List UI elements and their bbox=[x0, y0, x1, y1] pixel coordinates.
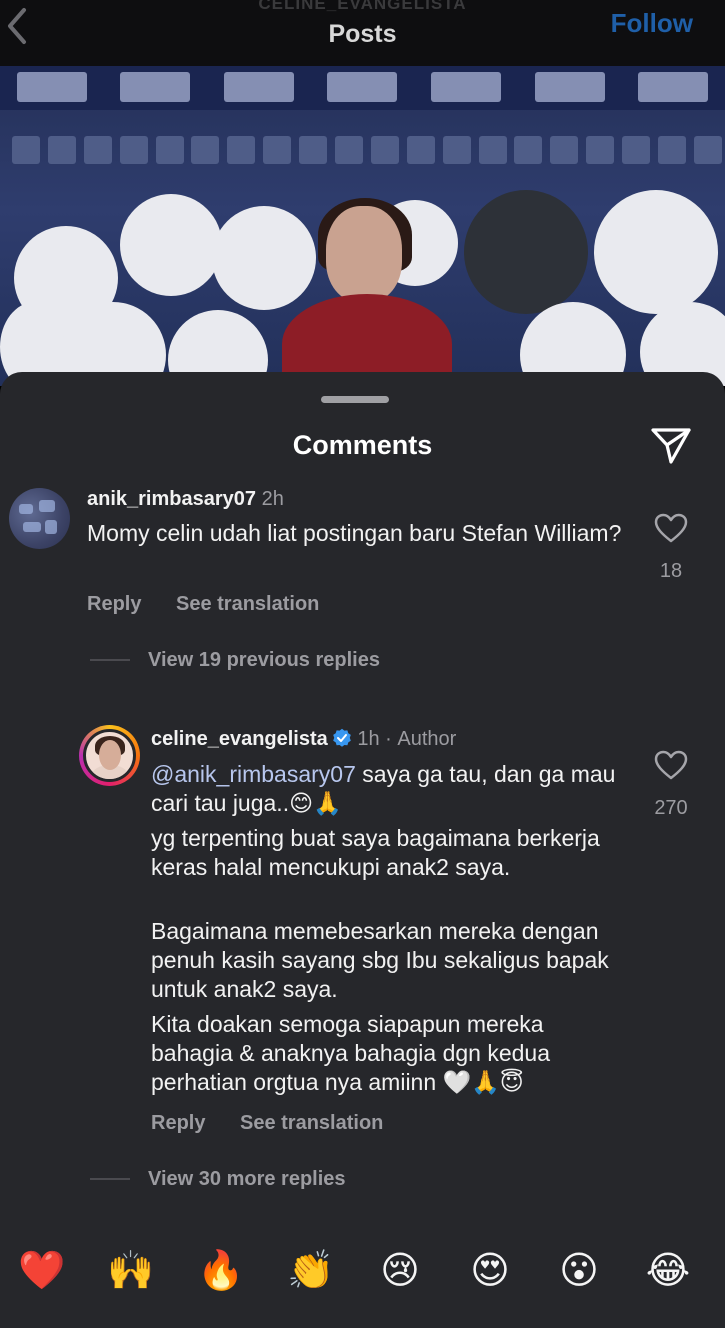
reply-header: celine_evangelista 1h · Author bbox=[151, 728, 456, 751]
reply-paragraph: yg terpenting buat saya bagaimana berker… bbox=[151, 825, 600, 880]
comment-username[interactable]: anik_rimbasary07 bbox=[87, 488, 256, 510]
emoji-clapping-hands[interactable]: 👏 bbox=[287, 1246, 335, 1294]
post-photo bbox=[0, 66, 725, 386]
emoji-fire[interactable]: 🔥 bbox=[197, 1246, 245, 1294]
thread-line bbox=[90, 1178, 130, 1180]
like-count: 270 bbox=[654, 797, 688, 819]
thread-line bbox=[90, 659, 130, 661]
view-more-replies-button[interactable]: View 30 more replies bbox=[148, 1168, 346, 1191]
follow-button[interactable]: Follow bbox=[611, 8, 693, 39]
sponsor-logo bbox=[120, 194, 222, 296]
reply-paragraph: Kita doakan semoga siapapun mereka bahag… bbox=[151, 1011, 551, 1095]
backdrop-text-row bbox=[12, 136, 722, 164]
like-count: 18 bbox=[659, 560, 683, 582]
reply-paragraph: @anik_rimbasary07 saya ga tau, dan ga ma… bbox=[151, 760, 616, 818]
author-separator: · bbox=[385, 728, 392, 750]
see-translation-button[interactable]: See translation bbox=[240, 1112, 383, 1135]
story-ring[interactable] bbox=[79, 725, 140, 786]
emoji-tears-of-joy[interactable]: 😂 bbox=[644, 1246, 692, 1294]
sponsor-logo bbox=[212, 206, 316, 310]
emoji-surprised-face[interactable]: 😮 bbox=[555, 1246, 603, 1294]
backdrop-banner bbox=[0, 66, 725, 110]
avatar bbox=[83, 729, 136, 782]
sponsor-logo bbox=[464, 190, 588, 314]
reply-time: 1h bbox=[357, 728, 380, 750]
comment-header: anik_rimbasary07 2h bbox=[87, 488, 284, 511]
verified-badge-icon bbox=[332, 728, 351, 747]
person-face bbox=[326, 206, 402, 302]
comment-time: 2h bbox=[261, 488, 284, 510]
emoji-crying-face[interactable]: 😢 bbox=[376, 1246, 424, 1294]
reply-button[interactable]: Reply bbox=[87, 593, 141, 616]
emoji-red-heart[interactable]: ❤️ bbox=[18, 1246, 66, 1294]
view-previous-replies-button[interactable]: View 19 previous replies bbox=[148, 649, 380, 672]
comments-title: Comments bbox=[292, 430, 433, 460]
author-badge: Author bbox=[397, 728, 457, 750]
avatar[interactable] bbox=[9, 488, 70, 549]
emoji-reaction-bar: ❤️ 🙌 🔥 👏 😢 😍 😮 😂 bbox=[0, 1246, 725, 1302]
emoji-raised-hands[interactable]: 🙌 bbox=[107, 1246, 155, 1294]
comments-sheet: Comments anik_rimbasary07 2h Momy celin … bbox=[0, 372, 725, 1328]
reply-button[interactable]: Reply bbox=[151, 1112, 205, 1135]
top-bar: CELINE_EVANGELISTA Posts Follow bbox=[0, 0, 725, 66]
reply-username[interactable]: celine_evangelista bbox=[151, 728, 328, 750]
paper-plane-icon[interactable] bbox=[650, 426, 692, 466]
sponsor-logo bbox=[594, 190, 718, 314]
reply-paragraph: Bagaimana memebesarkan mereka dengan pen… bbox=[151, 918, 609, 1002]
heart-outline-icon[interactable] bbox=[654, 513, 688, 543]
heart-outline-icon[interactable] bbox=[654, 750, 688, 780]
emoji-heart-eyes[interactable]: 😍 bbox=[466, 1246, 514, 1294]
sheet-grabber[interactable] bbox=[321, 396, 389, 403]
comment-text: Momy celin udah liat postingan baru Stef… bbox=[87, 520, 622, 546]
see-translation-button[interactable]: See translation bbox=[176, 593, 319, 616]
mention-link[interactable]: @anik_rimbasary07 bbox=[151, 761, 356, 787]
